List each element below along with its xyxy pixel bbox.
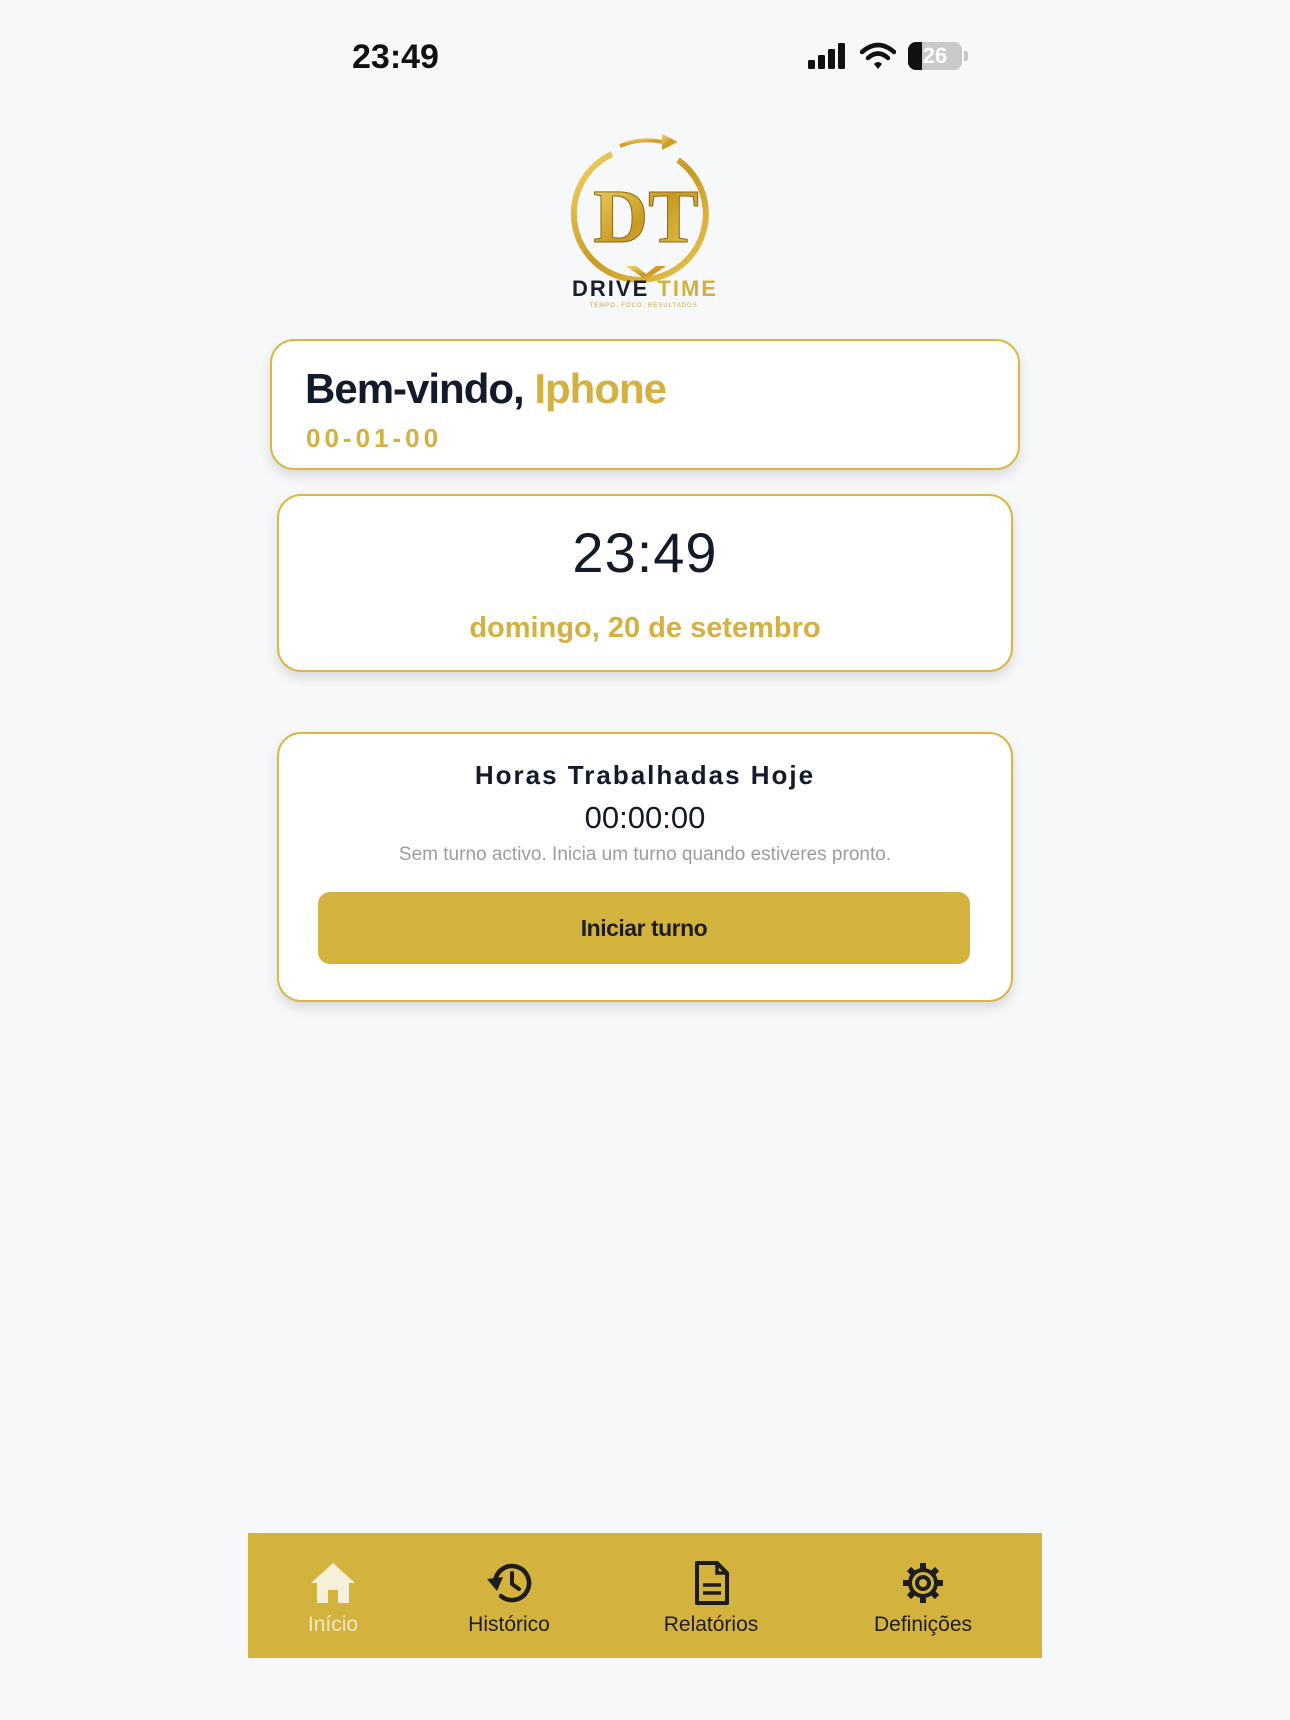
gear-icon (903, 1563, 943, 1603)
nav-item-definicoes[interactable]: Definições (858, 1533, 988, 1658)
nav-item-historico[interactable]: Histórico (444, 1533, 574, 1658)
brand-name-part2: TIME (657, 276, 718, 301)
user-name: Iphone (534, 365, 667, 412)
brand-tagline: TEMPO. FOCO. RESULTADOS. (589, 303, 701, 309)
clock-card: 23:49 domingo, 20 de setembro (277, 494, 1013, 672)
hours-worked-card: Horas Trabalhadas Hoje 00:00:00 Sem turn… (277, 732, 1013, 1002)
signal-icon (808, 43, 845, 69)
battery-level: 26 (922, 43, 948, 68)
battery-nub (964, 51, 968, 61)
bottom-nav: Início Histórico Relatórios Definições (248, 1533, 1042, 1658)
welcome-title: Bem-vindo, Iphone (305, 365, 667, 413)
nav-label-relatorios: Relatórios (663, 1613, 759, 1636)
nav-label-definicoes: Definições (873, 1613, 973, 1636)
nav-label-historico: Histórico (468, 1613, 550, 1636)
battery-icon: 26 (908, 42, 962, 70)
start-shift-button[interactable]: Iniciar turno (318, 892, 970, 964)
nav-item-relatorios[interactable]: Relatórios (646, 1533, 776, 1658)
welcome-card: Bem-vindo, Iphone 00-01-00 (270, 339, 1020, 470)
status-icons: 26 (808, 42, 968, 70)
clock-date: domingo, 20 de setembro (469, 612, 821, 644)
logo-monogram: DT (593, 175, 699, 259)
nav-item-inicio[interactable]: Início (278, 1533, 388, 1658)
wifi-icon (860, 42, 896, 69)
user-code: 00-01-00 (306, 423, 443, 453)
document-icon (695, 1561, 729, 1605)
home-icon (311, 1563, 355, 1603)
brand-name-part1: DRIVE (572, 276, 650, 301)
clock-time: 23:49 (572, 521, 718, 584)
status-time: 23:49 (352, 38, 439, 76)
welcome-greeting: Bem-vindo, (305, 365, 525, 412)
hours-worked-value: 00:00:00 (584, 800, 706, 835)
nav-label-inicio: Início (307, 1613, 359, 1636)
shift-status-message: Sem turno activo. Inicia um turno quando… (398, 844, 892, 865)
brand-name: DRIVE TIME (545, 276, 745, 302)
history-icon (487, 1563, 532, 1603)
hours-worked-title: Horas Trabalhadas Hoje (474, 760, 816, 790)
